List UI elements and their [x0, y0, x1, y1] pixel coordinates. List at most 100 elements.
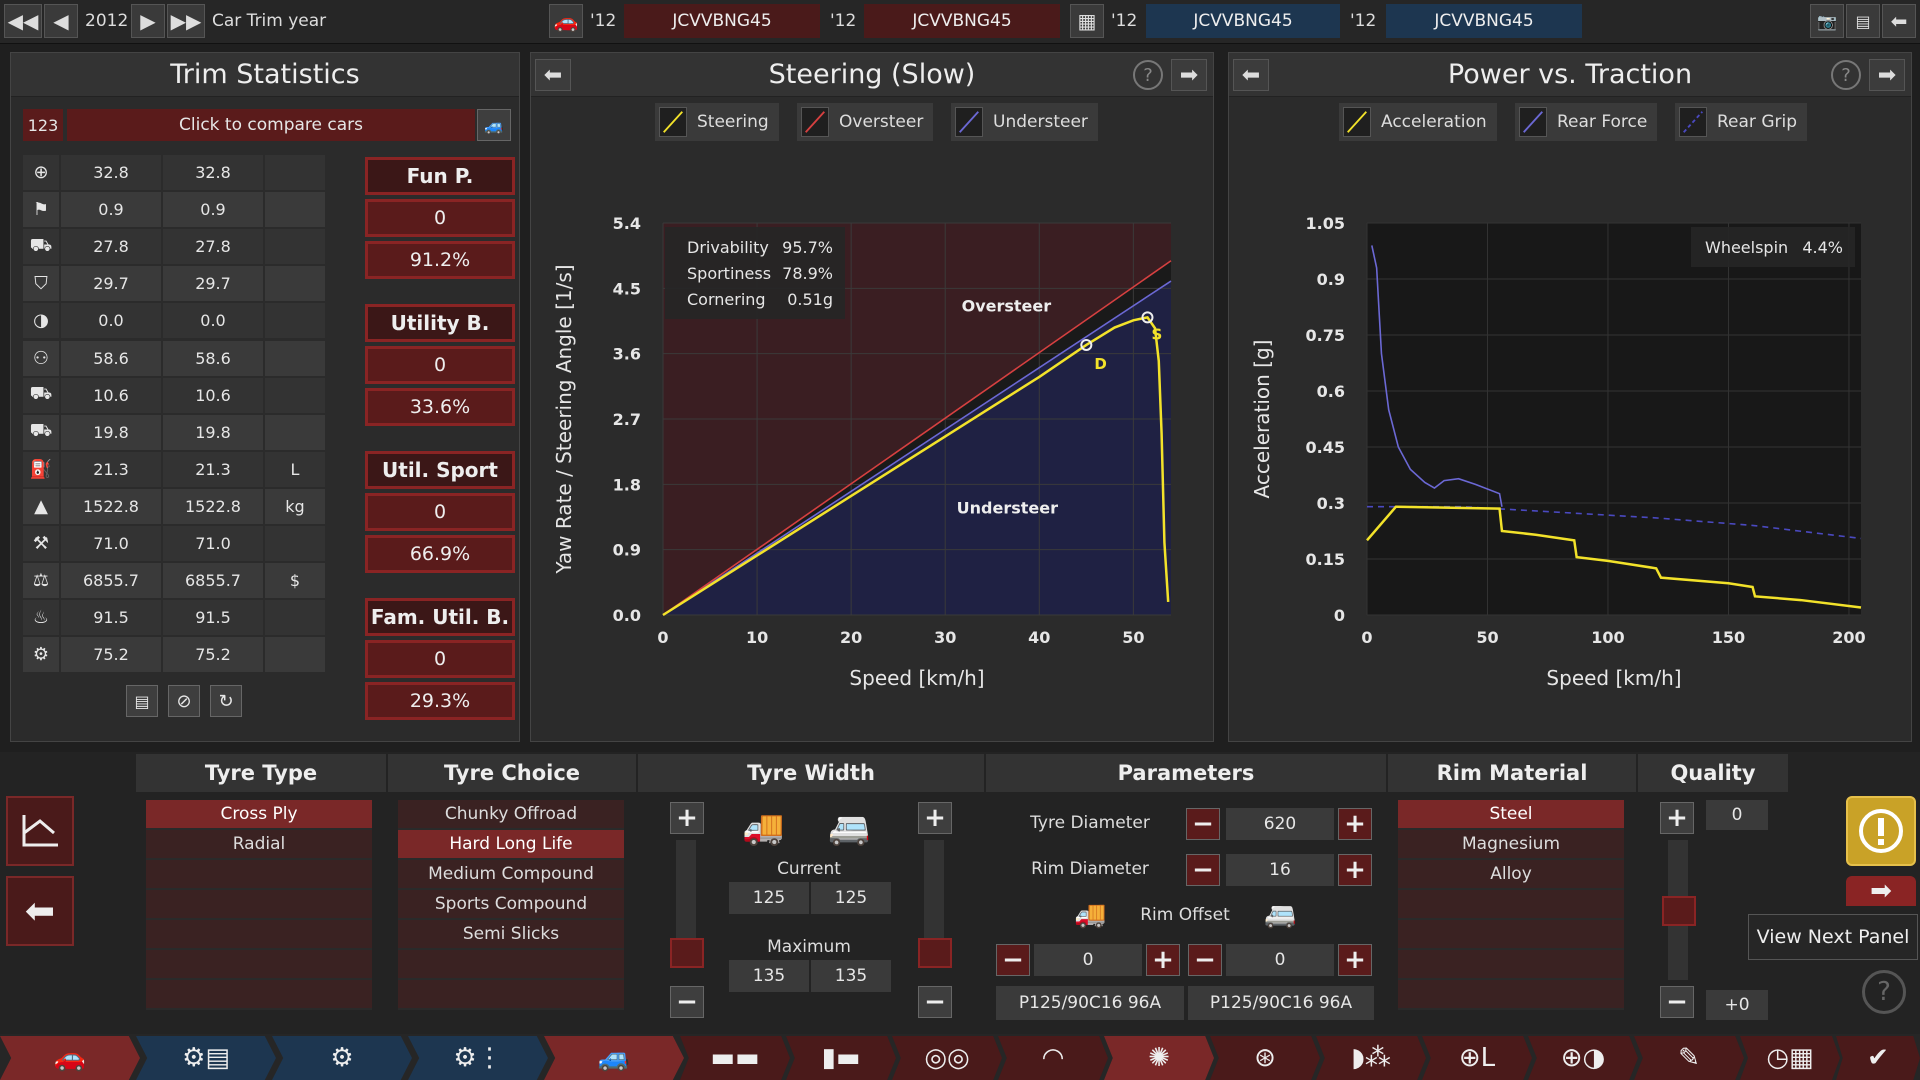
list-item[interactable] — [1398, 920, 1624, 950]
list-item[interactable] — [146, 860, 372, 890]
list-item[interactable] — [146, 890, 372, 920]
legend-steering[interactable]: Steering — [655, 103, 779, 141]
fast-forward-icon[interactable]: ▶▶ — [167, 4, 205, 38]
list-item[interactable] — [1398, 980, 1624, 1010]
tab-3[interactable]: JCVVBNG45 — [1146, 4, 1340, 38]
compare-car-icon[interactable]: 🚙 — [477, 109, 511, 141]
list-item[interactable]: Hard Long Life — [398, 830, 624, 860]
list-item[interactable]: Magnesium — [1398, 830, 1624, 860]
list-item[interactable] — [146, 920, 372, 950]
offset-rear-decrease-button[interactable]: − — [1188, 944, 1222, 976]
legend-understeer[interactable]: Understeer — [951, 103, 1098, 141]
nav-trim-icon[interactable]: 🚙 — [544, 1036, 684, 1080]
nav-suspension-icon[interactable]: ◎◎ — [892, 1036, 1002, 1080]
nav-test-track-icon[interactable]: ◷▦ — [1740, 1036, 1840, 1080]
next-panel-arrow-icon[interactable]: ➡ — [1869, 59, 1905, 91]
back-button[interactable]: ⬅ — [6, 876, 74, 946]
list-item[interactable]: Sports Compound — [398, 890, 624, 920]
width-rear-increase-button[interactable]: + — [918, 802, 952, 834]
offset-front-increase-button[interactable]: + — [1146, 944, 1180, 976]
stat-unit — [265, 600, 325, 636]
nav-tyres-icon[interactable]: ✺ — [1104, 1036, 1214, 1080]
nav-brakes-icon[interactable]: ◠ — [998, 1036, 1108, 1080]
legend-rear-grip[interactable]: Rear Grip — [1675, 103, 1807, 141]
list-item[interactable] — [398, 980, 624, 1010]
list-item[interactable] — [1398, 890, 1624, 920]
width-rear-decrease-button[interactable]: − — [918, 986, 952, 1018]
nav-engine-icon[interactable]: ⚙▤ — [136, 1036, 276, 1080]
list-item[interactable]: Alloy — [1398, 860, 1624, 890]
prev-panel-arrow-icon[interactable]: ⬅ — [1233, 59, 1269, 91]
list-item[interactable]: Semi Slicks — [398, 920, 624, 950]
list-item[interactable] — [1398, 950, 1624, 980]
list-item[interactable]: Steel — [1398, 800, 1624, 830]
compare-cars-button[interactable]: Click to compare cars — [67, 109, 475, 141]
engine-bar-icon[interactable]: ▦ — [1070, 4, 1104, 38]
report-icon[interactable]: ▤ — [126, 685, 158, 717]
parameters-header: Parameters — [986, 754, 1386, 792]
offset-front-decrease-button[interactable]: − — [996, 944, 1030, 976]
width-front-increase-button[interactable]: + — [670, 802, 704, 834]
tab-4[interactable]: JCVVBNG45 — [1386, 4, 1582, 38]
list-item[interactable]: Cross Ply — [146, 800, 372, 830]
legend-rear-force[interactable]: Rear Force — [1515, 103, 1658, 141]
tab-1[interactable]: JCVVBNG45 — [624, 4, 820, 38]
car-icon[interactable]: 🚗 — [549, 4, 583, 38]
width-front-decrease-button[interactable]: − — [670, 986, 704, 1018]
prev-panel-arrow-icon[interactable]: ⬅ — [535, 59, 571, 91]
list-item[interactable]: Radial — [146, 830, 372, 860]
nav-aero-icon[interactable]: ◗⁂ — [1316, 1036, 1426, 1080]
nav-finish-icon[interactable]: ✔ — [1836, 1036, 1920, 1080]
camera-icon[interactable]: 📷 — [1810, 4, 1844, 38]
offset-front-value[interactable]: 0 — [1034, 944, 1142, 976]
nav-chassis-icon[interactable]: ▬▬ — [680, 1036, 790, 1080]
reset-icon[interactable]: ↻ — [210, 685, 242, 717]
next-panel-button[interactable]: ➡ — [1846, 876, 1916, 906]
nav-safety-icon[interactable]: ⊕◑ — [1528, 1036, 1638, 1080]
help-button[interactable]: ? — [1862, 970, 1906, 1014]
suspension-geometry-button[interactable] — [6, 796, 74, 866]
spreadsheet-icon[interactable]: ▤ — [1846, 4, 1880, 38]
next-panel-arrow-icon[interactable]: ➡ — [1171, 59, 1207, 91]
tyre-diameter-value[interactable]: 620 — [1226, 808, 1334, 840]
warning-button[interactable] — [1846, 796, 1916, 866]
tab-2[interactable]: JCVVBNG45 — [864, 4, 1060, 38]
width-rear-slider-handle[interactable] — [918, 938, 952, 968]
back-icon[interactable]: ⬅ — [1882, 4, 1916, 38]
next-year-icon[interactable]: ▶ — [131, 4, 165, 38]
rim-diameter-value[interactable]: 16 — [1226, 854, 1334, 886]
wheelspin-info-box: Wheelspin 4.4% — [1691, 227, 1855, 267]
rewind-icon[interactable]: ◀◀ — [4, 4, 42, 38]
nav-interior-icon[interactable]: ⊕L — [1422, 1036, 1532, 1080]
help-icon[interactable]: ? — [1133, 60, 1163, 90]
nav-engine-tune-icon[interactable]: ⚙⋮ — [408, 1036, 548, 1080]
rim-diameter-increase-button[interactable]: + — [1338, 854, 1372, 886]
legend-acceleration[interactable]: Acceleration — [1339, 103, 1497, 141]
offset-rear-value[interactable]: 0 — [1226, 944, 1334, 976]
width-front-slider-handle[interactable] — [670, 938, 704, 968]
prev-year-icon[interactable]: ◀ — [44, 4, 78, 38]
quality-increase-button[interactable]: + — [1660, 802, 1694, 834]
nav-drivetrain-icon[interactable]: ▮▬ — [786, 1036, 896, 1080]
nav-car-body-icon[interactable]: 🚗 — [0, 1036, 140, 1080]
offset-rear-increase-button[interactable]: + — [1338, 944, 1372, 976]
clear-icon[interactable]: ⊘ — [168, 685, 200, 717]
legend-oversteer[interactable]: Oversteer — [797, 103, 934, 141]
nav-tuning-icon[interactable]: ✎ — [1634, 1036, 1744, 1080]
nav-engine-parts-icon[interactable]: ⚙ — [272, 1036, 412, 1080]
list-item[interactable] — [146, 950, 372, 980]
list-item[interactable]: Medium Compound — [398, 860, 624, 890]
nav-rims-icon[interactable]: ⊛ — [1210, 1036, 1320, 1080]
list-item[interactable] — [398, 950, 624, 980]
rim-diameter-decrease-button[interactable]: − — [1186, 854, 1220, 886]
tyre-diameter-increase-button[interactable]: + — [1338, 808, 1372, 840]
x-axis-label: Speed [km/h] — [1546, 666, 1681, 690]
stat-value-current: 29.7 — [61, 266, 161, 302]
compare-id-box[interactable]: 123 — [23, 109, 63, 141]
help-icon[interactable]: ? — [1831, 60, 1861, 90]
list-item[interactable]: Chunky Offroad — [398, 800, 624, 830]
list-item[interactable] — [146, 980, 372, 1010]
quality-slider-handle[interactable] — [1662, 896, 1696, 926]
tyre-diameter-decrease-button[interactable]: − — [1186, 808, 1220, 840]
quality-decrease-button[interactable]: − — [1660, 986, 1694, 1018]
